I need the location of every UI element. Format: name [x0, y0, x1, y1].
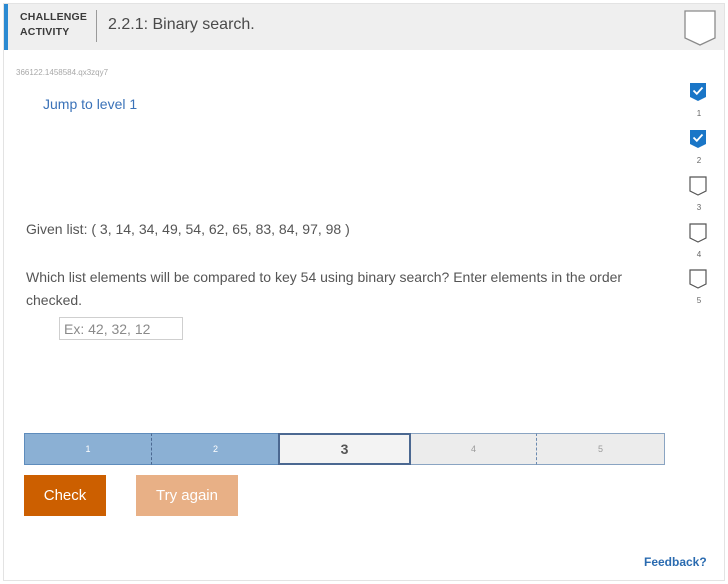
- empty-step-icon: [689, 176, 707, 196]
- activity-header: CHALLENGE ACTIVITY 2.2.1: Binary search.: [4, 4, 724, 50]
- feedback-link[interactable]: Feedback?: [644, 555, 707, 569]
- completion-badge-icon: [683, 9, 717, 52]
- level-1-segment[interactable]: 1: [24, 433, 152, 465]
- answer-input[interactable]: [59, 317, 183, 340]
- level-label: 4: [470, 444, 476, 454]
- activity-type-line1: CHALLENGE: [20, 11, 88, 23]
- header-divider: [96, 10, 97, 42]
- empty-step-icon: [689, 269, 707, 289]
- step-number: 1: [696, 109, 702, 118]
- level-label: 2: [212, 444, 218, 454]
- given-list-text: Given list: ( 3, 14, 34, 49, 54, 62, 65,…: [26, 221, 350, 237]
- step-number: 4: [696, 250, 702, 259]
- level-label: 1: [85, 444, 91, 454]
- level-label: 3: [340, 441, 349, 457]
- empty-step-icon: [689, 223, 707, 243]
- try-again-button[interactable]: Try again: [136, 475, 238, 516]
- level-2-segment[interactable]: 2: [152, 433, 279, 465]
- step-1[interactable]: 1: [689, 82, 709, 118]
- step-number: 5: [696, 296, 702, 305]
- activity-type-line2: ACTIVITY: [20, 26, 70, 38]
- jump-to-level-link[interactable]: Jump to level 1: [43, 96, 137, 112]
- question-prompt: Which list elements will be compared to …: [26, 269, 623, 308]
- activity-type-label: CHALLENGE ACTIVITY: [20, 10, 92, 40]
- level-5-segment: 5: [537, 433, 665, 465]
- checked-step-icon: [690, 83, 706, 101]
- level-progress-bar: 1 2 3 4 5: [24, 433, 665, 465]
- level-label: 5: [597, 444, 603, 454]
- step-number: 2: [696, 156, 702, 165]
- level-4-segment: 4: [411, 433, 537, 465]
- check-button[interactable]: Check: [24, 475, 106, 516]
- checked-step-icon: [690, 130, 706, 148]
- step-2[interactable]: 2: [689, 129, 709, 165]
- step-5[interactable]: 5: [689, 269, 709, 305]
- step-4[interactable]: 4: [689, 223, 709, 259]
- challenge-activity-frame: CHALLENGE ACTIVITY 2.2.1: Binary search.…: [3, 3, 725, 581]
- step-number: 3: [696, 203, 702, 212]
- level-3-segment[interactable]: 3: [278, 433, 411, 465]
- activity-id: 366122.1458584.qx3zqy7: [16, 68, 109, 77]
- step-3[interactable]: 3: [689, 176, 709, 212]
- activity-title: 2.2.1: Binary search.: [108, 16, 255, 33]
